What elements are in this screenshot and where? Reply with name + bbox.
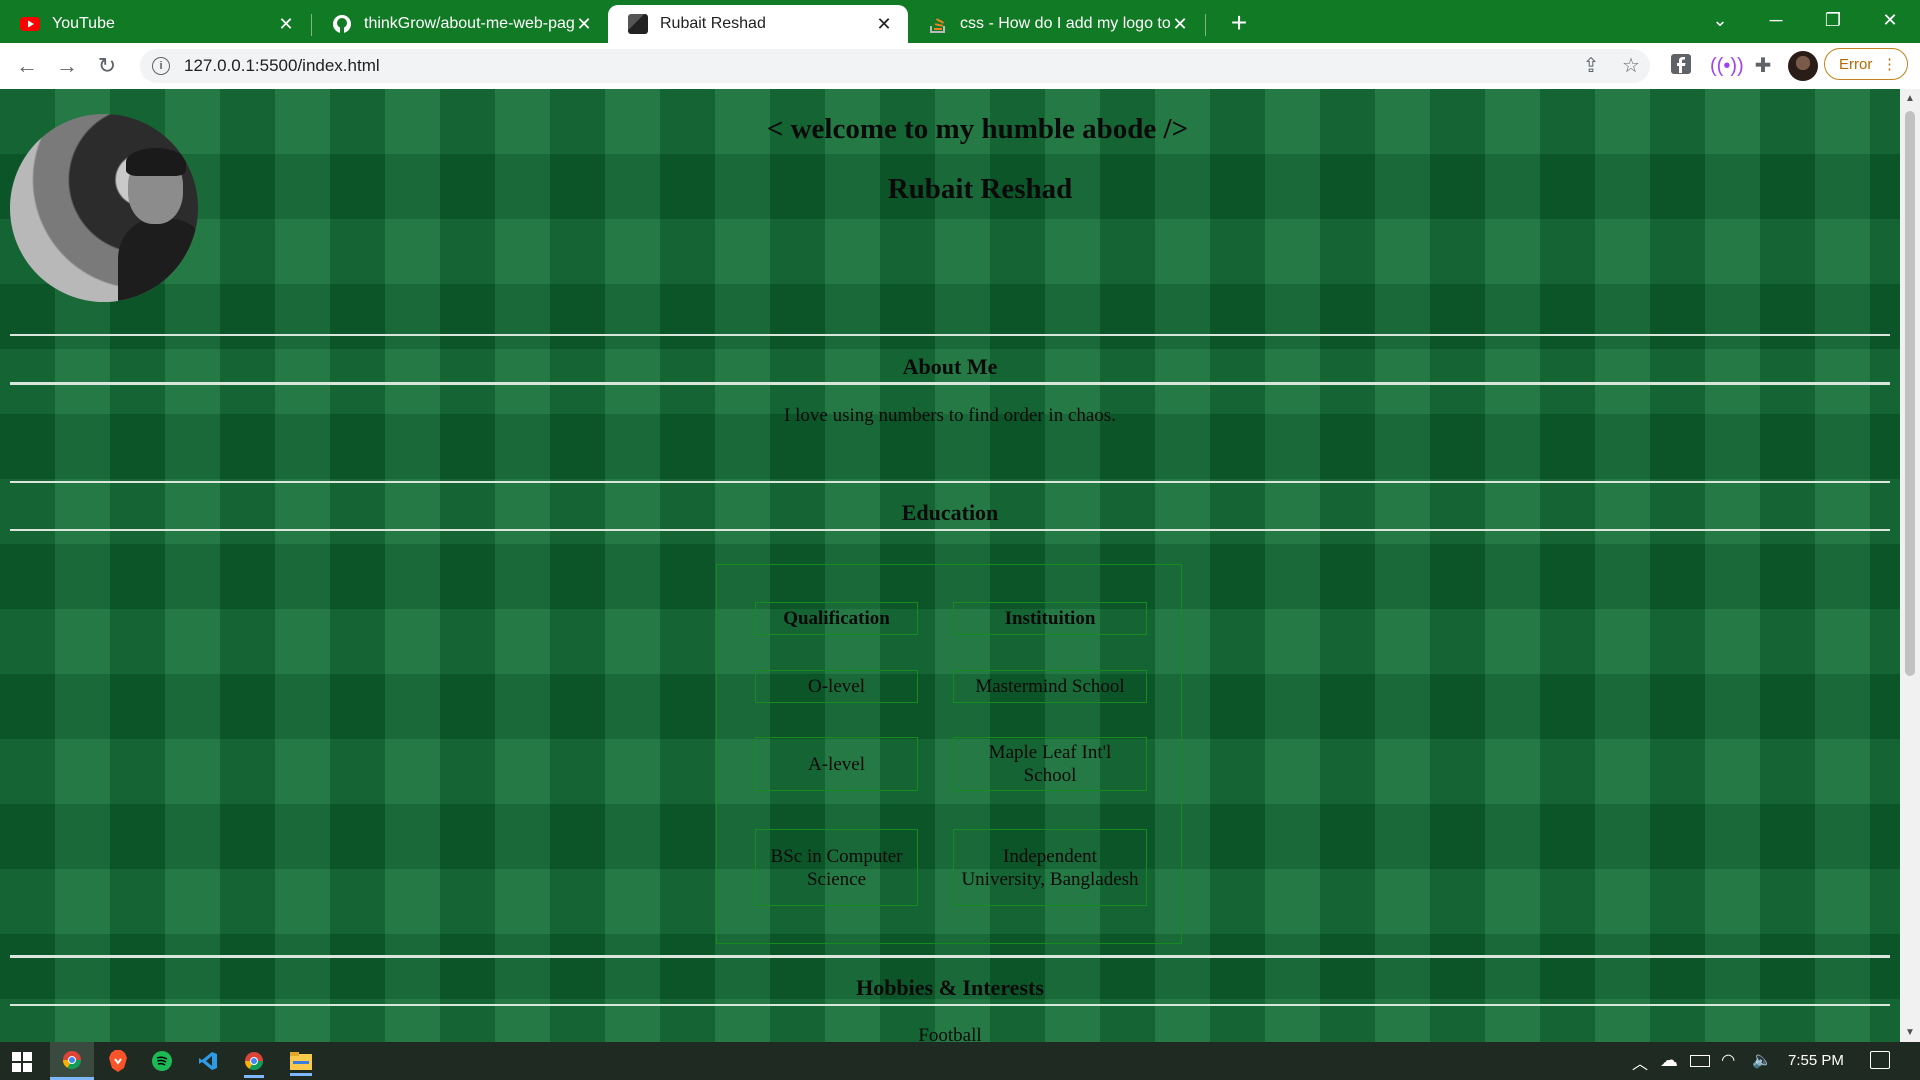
share-icon[interactable]: ⇪ [1578,53,1604,79]
education-title: Education [901,500,999,525]
tab-divider [1205,14,1206,36]
scroll-down-arrow-icon[interactable]: ▼ [1905,1027,1915,1038]
close-window-button[interactable]: ✕ [1870,4,1910,36]
tab-title: YouTube [52,15,115,32]
notification-center-icon[interactable] [1870,1051,1890,1069]
close-icon[interactable]: ✕ [1170,14,1190,35]
divider [10,382,1890,385]
tab-title: Rubait Reshad [660,15,766,32]
close-icon[interactable]: ✕ [574,14,594,35]
minimize-button[interactable]: ─ [1756,4,1796,36]
stackoverflow-icon [928,14,948,34]
broadcast-extension-icon[interactable]: ((•)) [1710,53,1744,79]
divider [10,1004,1890,1006]
vscode-taskbar-icon[interactable] [198,1051,218,1071]
education-table: Qualification Instituition O-level Maste… [716,564,1182,944]
scrollbar-thumb[interactable] [1905,111,1915,676]
table-cell: O-level [755,670,918,703]
windows-taskbar: ︿ ☁ ◜◝ 🔈 7:55 PM [0,1042,1920,1080]
file-explorer-taskbar-icon[interactable] [290,1052,312,1076]
table-cell: Independent University, Bangladesh [953,829,1147,906]
divider [10,481,1890,483]
error-chip[interactable]: Error ⋮ [1824,48,1908,80]
back-arrow-icon[interactable]: ← [12,51,42,81]
chrome-taskbar-icon[interactable] [50,1042,94,1080]
table-cell: BSc in Computer Science [755,829,918,906]
tab-github[interactable]: thinkGrow/about-me-web-page ✕ [312,5,608,43]
spotify-taskbar-icon[interactable] [152,1051,172,1071]
divider [10,955,1890,958]
new-tab-button[interactable]: + [1222,6,1256,40]
about-me-title: About Me [902,354,998,379]
table-header-institution: Instituition [953,602,1147,635]
welcome-heading: < welcome to my humble abode /> [766,113,1189,145]
forward-arrow-icon[interactable]: → [52,51,82,81]
error-label: Error [1839,55,1873,73]
tab-title: css - How do I add my logo to m [960,15,1170,32]
table-header-qualification: Qualification [755,602,918,635]
wifi-icon[interactable]: ◜◝ [1722,1050,1734,1070]
show-hidden-icons-chevron-icon[interactable]: ︿ [1632,1050,1648,1074]
onedrive-cloud-icon[interactable]: ☁ [1660,1050,1678,1071]
restore-button[interactable]: ❐ [1813,4,1853,36]
profile-avatar-icon[interactable] [1788,51,1818,81]
divider [10,334,1890,336]
extensions-puzzle-icon[interactable]: ✚ [1750,53,1776,79]
youtube-icon [20,14,40,34]
tab-strip: YouTube ✕ thinkGrow/about-me-web-page ✕ … [0,0,1920,43]
reload-icon[interactable]: ↻ [92,51,122,81]
url-text[interactable]: 127.0.0.1:5500/index.html [184,56,380,76]
scroll-up-arrow-icon[interactable]: ▲ [1905,93,1915,104]
volume-icon[interactable]: 🔈 [1752,1050,1772,1070]
browser-toolbar: ← → ↻ i 127.0.0.1:5500/index.html ⇪ ☆ ((… [0,43,1920,90]
tab-rubait-reshad[interactable]: Rubait Reshad ✕ [608,5,908,43]
battery-icon[interactable] [1690,1055,1710,1067]
page-viewport: < welcome to my humble abode /> Rubait R… [0,89,1900,1042]
brave-taskbar-icon[interactable] [108,1050,128,1072]
close-icon[interactable]: ✕ [874,14,894,35]
site-info-icon[interactable]: i [152,57,170,75]
address-bar[interactable]: i 127.0.0.1:5500/index.html [140,49,1650,83]
chrome-second-taskbar-icon[interactable] [244,1051,264,1078]
table-cell: A-level [755,737,918,791]
table-cell: Maple Leaf Int'l School [953,737,1147,791]
tab-search-icon[interactable]: ⌄ [1700,4,1740,36]
github-icon [332,14,352,34]
profile-favicon [628,14,648,34]
name-heading: Rubait Reshad [887,173,1073,205]
facebook-extension-icon[interactable] [1668,53,1694,79]
tab-title: thinkGrow/about-me-web-page [364,15,574,32]
hobby-item: Football [918,1025,982,1042]
table-cell: Mastermind School [953,670,1147,703]
page-scrollbar[interactable]: ▲ ▼ [1900,89,1920,1042]
hobbies-title: Hobbies & Interests [856,975,1044,1000]
bookmark-star-icon[interactable]: ☆ [1618,53,1644,79]
more-menu-icon[interactable]: ⋮ [1882,55,1897,73]
divider [10,529,1890,531]
close-icon[interactable]: ✕ [276,14,296,35]
tab-stackoverflow[interactable]: css - How do I add my logo to m ✕ [908,5,1204,43]
tab-youtube[interactable]: YouTube ✕ [0,5,310,43]
about-me-text: I love using numbers to find order in ch… [784,405,1116,426]
start-windows-icon[interactable] [12,1052,32,1072]
clock-time[interactable]: 7:55 PM [1788,1052,1844,1069]
